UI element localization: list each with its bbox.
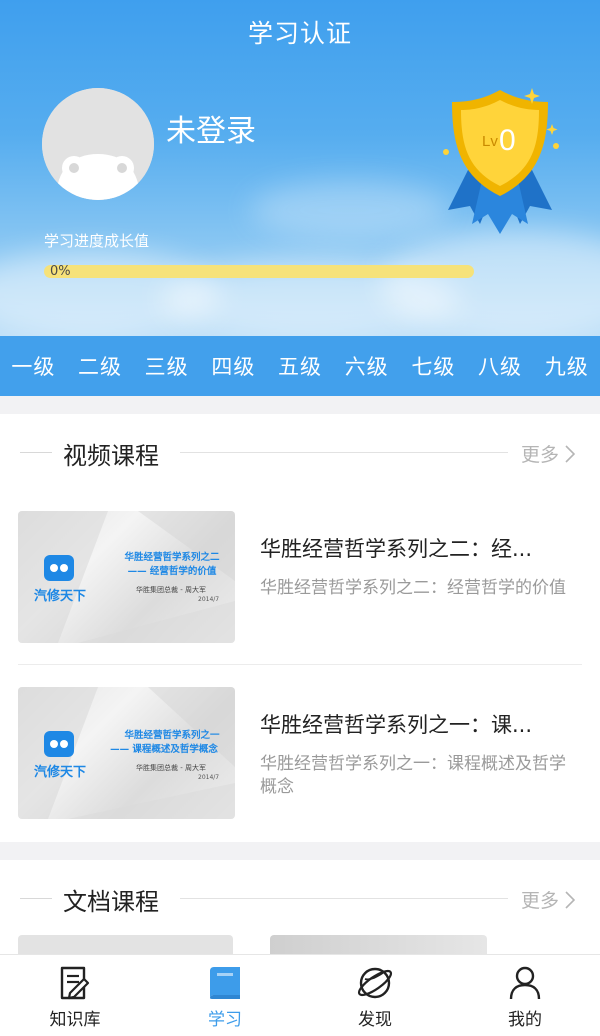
chevron-right-icon [565,444,576,463]
more-label: 更多 [521,890,560,912]
more-link[interactable]: 更多 [521,886,576,913]
level-item[interactable]: 九级 [533,351,600,381]
course-description: 华胜经营哲学系列之二：经营哲学的价值 [260,578,566,598]
header-line [180,898,508,899]
course-thumbnail: 汽修天下 华胜经营哲学系列之一 —— 课程概述及哲学概念 华胜集团总裁 - 周大… [18,687,235,819]
divider [18,664,582,665]
thumb-date: 2014/7 [198,596,220,603]
thumb-author: 华胜集团总裁 - 周大军 [136,586,206,594]
brand-logo-icon [44,555,74,581]
progress-label: 学习进度成长值 [44,232,150,250]
header-line [180,452,508,453]
book-icon [210,967,240,999]
course-item[interactable]: 汽修天下 华胜经营哲学系列之二 —— 经营哲学的价值 华胜集团总裁 - 周大军 … [0,511,600,687]
level-item[interactable]: 七级 [400,351,467,381]
progress-percent: 0% [50,264,71,279]
person-icon [509,966,541,1000]
more-link[interactable]: 更多 [521,440,576,467]
brand-logo-icon [44,731,74,757]
tab-label: 学习 [208,1010,242,1030]
thumb-subtitle: —— 课程概述及哲学概念 [110,744,218,755]
tab-label: 我的 [508,1010,542,1030]
tab-profile[interactable]: 我的 [450,955,600,1036]
tab-discover[interactable]: 发现 [300,955,450,1036]
tab-study[interactable]: 学习 [150,955,300,1036]
course-item[interactable]: 汽修天下 华胜经营哲学系列之一 —— 课程概述及哲学概念 华胜集团总裁 - 周大… [0,687,600,863]
avatar[interactable] [42,88,154,200]
document-edit-icon [60,966,90,1000]
thumb-date: 2014/7 [198,774,220,781]
header-line [20,898,52,899]
default-avatar-icon [42,88,154,200]
planet-icon [357,967,393,999]
level-item[interactable]: 六级 [333,351,400,381]
level-item[interactable]: 一级 [0,351,67,381]
level-item[interactable]: 五级 [267,351,334,381]
thumb-author: 华胜集团总裁 - 周大军 [136,764,206,772]
thumb-title: 华胜经营哲学系列之二 [124,552,220,563]
header-line [20,452,52,453]
thumb-subtitle: —— 经营哲学的价值 [127,566,217,577]
video-course-section: 视频课程 更多 汽修天下 华胜经营哲学系列之二 —— 经营哲学的价值 华胜集团总… [0,414,600,842]
level-badge-icon: Lv 0 [443,88,559,234]
tab-label: 知识库 [49,1010,101,1030]
document-course-section: 文档课程 更多 [0,860,600,965]
badge-level-prefix: Lv [482,133,498,150]
brand-name: 汽修天下 [34,765,87,780]
section-header: 视频课程 更多 [0,414,600,490]
thumb-title: 华胜经营哲学系列之一 [124,730,220,741]
section-title: 视频课程 [63,442,159,470]
tab-label: 发现 [358,1010,392,1030]
course-title: 华胜经营哲学系列之二：经... [260,537,533,561]
course-thumbnail: 汽修天下 华胜经营哲学系列之二 —— 经营哲学的价值 华胜集团总裁 - 周大军 … [18,511,235,643]
level-item[interactable]: 二级 [67,351,134,381]
course-description: 华胜经营哲学系列之一：课程概述及哲学概念 [260,754,566,797]
brand-name: 汽修天下 [34,589,87,604]
page-title: 学习认证 [247,19,352,48]
level-strip: 一级 二级 三级 四级 五级 六级 七级 八级 九级 [0,336,600,396]
level-item[interactable]: 四级 [200,351,267,381]
course-title: 华胜经营哲学系列之一：课... [260,713,533,737]
progress-bar [44,265,474,278]
chevron-right-icon [565,890,576,909]
tab-knowledge-base[interactable]: 知识库 [0,955,150,1036]
section-title: 文档课程 [63,888,159,916]
header-banner: 学习认证 未登录 学习进度成长值 0% Lv 0 [0,0,600,336]
level-item[interactable]: 三级 [133,351,200,381]
login-status[interactable]: 未登录 [166,106,256,150]
level-item[interactable]: 八级 [467,351,534,381]
bottom-tab-bar: 知识库 学习 发现 我的 [0,954,600,1036]
badge-level-number: 0 [499,124,516,157]
more-label: 更多 [521,444,560,466]
section-header: 文档课程 更多 [0,860,600,936]
